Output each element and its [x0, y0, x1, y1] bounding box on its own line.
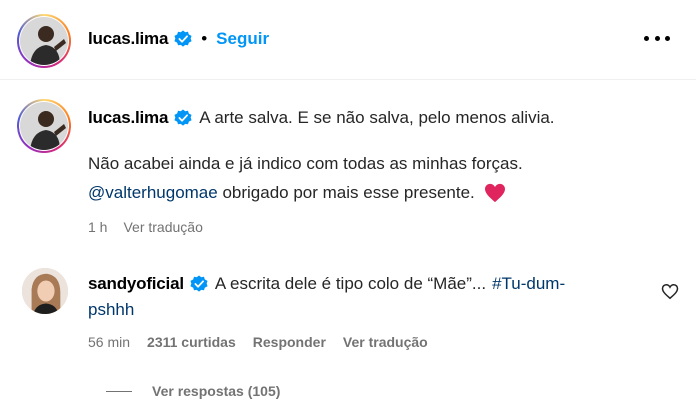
verified-badge-icon	[190, 275, 208, 292]
hashtag-link-continued[interactable]: pshhh	[88, 300, 134, 320]
follow-button[interactable]: Seguir	[216, 29, 269, 49]
comment-time[interactable]: 56 min	[88, 334, 130, 350]
caption-text: A arte salva. E se não salva, pelo menos…	[199, 108, 555, 127]
separator-dot: •	[201, 29, 208, 48]
more-options-icon[interactable]	[644, 36, 670, 44]
comment-likes[interactable]: 2311 curtidas	[147, 334, 236, 350]
comment-username[interactable]: sandyoficial	[88, 274, 184, 294]
verified-badge-icon	[174, 30, 192, 47]
verified-badge-icon	[174, 109, 192, 126]
caption-line-3-text: obrigado por mais esse presente.	[222, 183, 475, 202]
view-replies-label: Ver respostas (105)	[152, 383, 281, 399]
red-heart-icon	[484, 183, 505, 203]
caption-meta: 1 h Ver tradução	[88, 219, 219, 235]
mention-link[interactable]: @valterhugomae	[88, 183, 218, 203]
comment-translate-button[interactable]: Ver tradução	[343, 334, 428, 350]
username-link[interactable]: lucas.lima	[88, 29, 168, 49]
header-user: lucas.lima • Seguir	[88, 28, 269, 50]
translate-button[interactable]: Ver tradução	[123, 219, 202, 235]
caption-line-3: @valterhugomae obrigado por mais esse pr…	[88, 183, 506, 203]
avatar[interactable]	[17, 14, 71, 68]
view-replies-button[interactable]: Ver respostas (105)	[106, 383, 280, 399]
caption-line-1: lucas.lima A arte salva. E se não salva,…	[88, 108, 555, 128]
caption-username[interactable]: lucas.lima	[88, 108, 168, 128]
comment-line-1: sandyoficial A escrita dele é tipo colo …	[88, 274, 565, 294]
reply-button[interactable]: Responder	[253, 334, 326, 350]
post-header: lucas.lima • Seguir	[0, 0, 696, 80]
comment-avatar[interactable]	[22, 268, 68, 314]
replies-divider	[106, 390, 132, 392]
comment-text: A escrita dele é tipo colo de “Mãe”...	[214, 274, 487, 293]
caption-avatar[interactable]	[17, 99, 71, 153]
comment-meta: 56 min 2311 curtidas Responder Ver tradu…	[88, 334, 445, 350]
heart-outline-icon[interactable]	[661, 283, 679, 300]
caption-time[interactable]: 1 h	[88, 219, 107, 235]
hashtag-link[interactable]: #Tu-dum-	[492, 274, 565, 294]
caption-line-2: Não acabei ainda e já indico com todas a…	[88, 154, 523, 173]
